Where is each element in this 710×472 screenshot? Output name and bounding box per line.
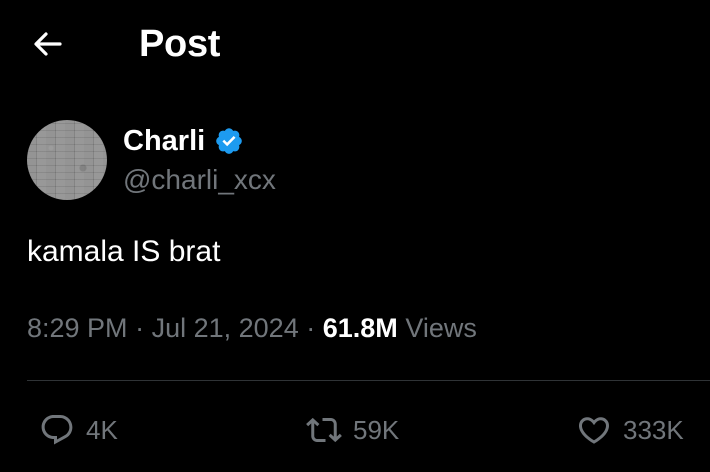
author-handle[interactable]: @charli_xcx	[123, 163, 276, 197]
author-name-row: Charli	[123, 124, 244, 158]
post-meta: 8:29 PM · Jul 21, 2024 · 61.8M Views	[27, 310, 477, 346]
post-text: kamala IS brat	[27, 235, 221, 268]
post-time[interactable]: 8:29 PM	[27, 313, 128, 343]
like-count: 333K	[623, 415, 684, 445]
heart-icon	[573, 410, 615, 450]
arrow-left-icon	[34, 32, 62, 56]
repost-count: 59K	[353, 415, 400, 445]
reply-count: 4K	[86, 415, 118, 445]
page-title: Post	[139, 23, 221, 65]
verified-badge-icon[interactable]	[214, 126, 244, 156]
meta-separator: ·	[135, 313, 145, 343]
views-label: Views	[405, 313, 477, 343]
repost-icon	[303, 410, 345, 450]
like-button[interactable]: 333K	[573, 410, 684, 450]
author-display-name[interactable]: Charli	[123, 124, 205, 158]
views-count: 61.8M	[322, 313, 398, 343]
post-date[interactable]: Jul 21, 2024	[152, 313, 299, 343]
reply-icon	[36, 410, 78, 450]
back-button[interactable]	[28, 26, 68, 62]
repost-button[interactable]: 59K	[303, 410, 399, 450]
reply-button[interactable]: 4K	[36, 410, 118, 450]
top-bar: Post	[0, 0, 710, 88]
avatar[interactable]	[27, 120, 107, 200]
divider	[27, 380, 710, 381]
meta-separator: ·	[306, 313, 316, 343]
